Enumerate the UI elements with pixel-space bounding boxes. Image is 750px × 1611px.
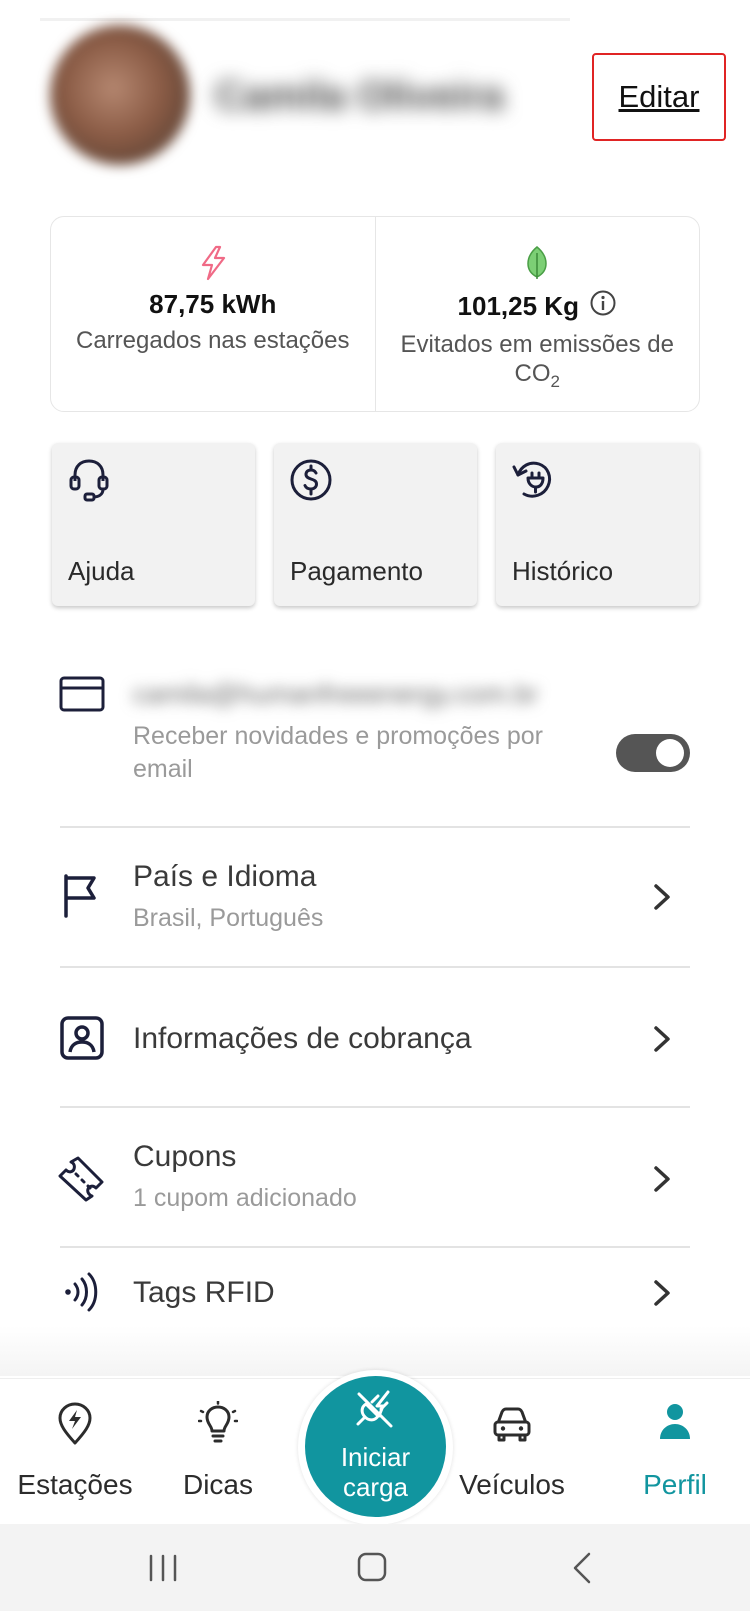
nfc-signal-icon	[65, 1272, 98, 1312]
rfid-tags-title: Tags RFID	[133, 1276, 275, 1309]
nav-stations-label: Estações	[17, 1469, 133, 1500]
nav-vehicles[interactable]: Veículos	[437, 1379, 587, 1525]
energy-label: Carregados nas estações	[76, 327, 350, 354]
avatar[interactable]	[50, 25, 190, 165]
history-shortcut[interactable]: Histórico	[496, 443, 699, 606]
dollar-coin-icon	[290, 459, 332, 501]
co2-value-row: 101,25 Kg	[458, 289, 617, 324]
top-divider	[40, 18, 570, 21]
nav-tips[interactable]: Dicas	[143, 1379, 293, 1525]
promo-email-toggle[interactable]	[616, 734, 690, 772]
ticket-icon	[58, 1156, 104, 1202]
chevron-right-icon	[654, 1166, 670, 1192]
country-language-row[interactable]: País e Idioma Brasil, Português	[0, 828, 750, 966]
country-language-subtitle: Brasil, Português	[133, 904, 324, 932]
person-icon	[660, 1404, 690, 1439]
nav-profile-label: Perfil	[643, 1469, 707, 1500]
coupons-row[interactable]: Cupons 1 cupom adicionado	[0, 1108, 750, 1246]
leaf-icon	[523, 245, 551, 281]
info-icon[interactable]	[589, 289, 617, 324]
car-icon	[493, 1407, 531, 1442]
co2-stat: 101,25 Kg Evitados em emissões de CO2	[374, 217, 700, 411]
user-name: Camila Oliveira	[215, 74, 505, 118]
station-pin-icon	[58, 1402, 92, 1445]
billing-info-row[interactable]: Informações de cobrança	[0, 968, 750, 1106]
country-language-title: País e Idioma	[133, 860, 317, 893]
coupons-title: Cupons	[133, 1140, 237, 1173]
chevron-right-icon	[654, 1280, 670, 1306]
coupons-subtitle: 1 cupom adicionado	[133, 1184, 357, 1212]
billing-info-title: Informações de cobrança	[133, 1022, 472, 1055]
start-charge-label: Iniciar carga	[340, 1442, 411, 1502]
card-icon	[59, 676, 105, 712]
edit-profile-button[interactable]: Editar	[592, 53, 726, 141]
nav-stations[interactable]: Estações	[0, 1379, 150, 1525]
recent-apps-icon[interactable]	[143, 1550, 183, 1586]
nav-profile[interactable]: Perfil	[600, 1379, 750, 1525]
promo-label: Receber novidades e promoções por email	[133, 722, 543, 783]
energy-value: 87,75 kWh	[149, 289, 277, 319]
lightbulb-icon	[198, 1401, 238, 1443]
stats-card: 87,75 kWh Carregados nas estações 101,25…	[50, 216, 700, 412]
help-label: Ajuda	[68, 556, 135, 586]
system-nav-bar	[0, 1524, 750, 1611]
co2-label-subscript: 2	[550, 371, 560, 391]
user-id-icon	[60, 1016, 104, 1060]
email-address: camila@humanfreeenergy.com.br	[133, 679, 539, 709]
nav-tips-label: Dicas	[182, 1469, 253, 1500]
history-plug-icon	[512, 461, 552, 498]
lightning-bolt-icon	[198, 245, 228, 281]
history-label: Histórico	[512, 556, 614, 586]
headset-icon	[69, 459, 109, 502]
energy-stat: 87,75 kWh Carregados nas estações	[51, 217, 375, 411]
back-icon[interactable]	[563, 1550, 603, 1586]
nav-vehicles-label: Veículos	[459, 1469, 565, 1500]
home-icon[interactable]	[352, 1550, 392, 1586]
co2-label: Evitados em emissões de CO2	[397, 330, 677, 396]
start-charge-button[interactable]: Iniciar carga	[305, 1376, 446, 1517]
co2-label-text: Evitados em emissões de CO	[400, 331, 674, 387]
plug-slash-icon	[356, 1390, 393, 1428]
help-shortcut[interactable]: Ajuda	[52, 443, 255, 606]
scroll-fade	[0, 1326, 750, 1376]
chevron-right-icon	[654, 884, 670, 910]
payment-label: Pagamento	[290, 556, 423, 586]
chevron-right-icon	[654, 1026, 670, 1052]
payment-shortcut[interactable]: Pagamento	[274, 443, 477, 606]
flag-icon	[64, 874, 96, 918]
toggle-knob	[656, 739, 684, 767]
co2-value: 101,25 Kg	[457, 291, 579, 321]
